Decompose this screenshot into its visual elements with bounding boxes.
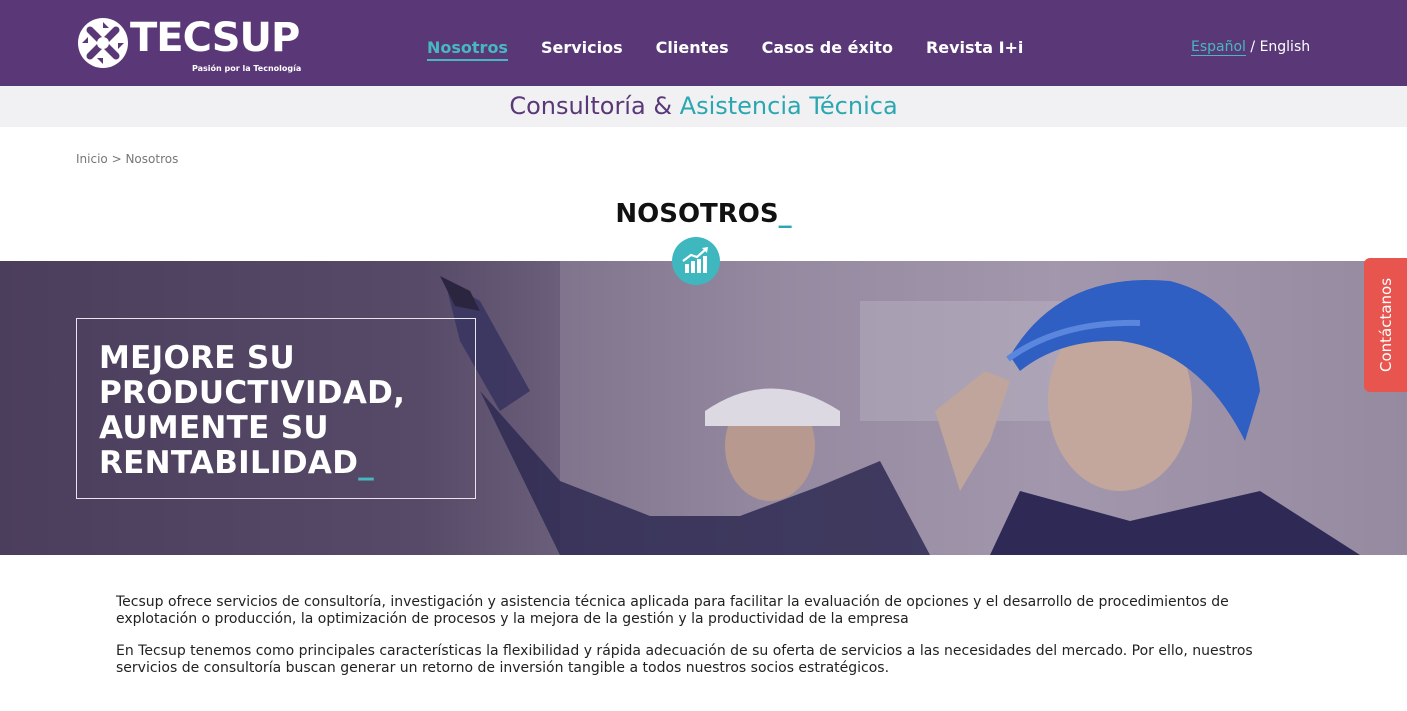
contact-tab[interactable]: Contáctanos xyxy=(1364,258,1407,392)
logo-tagline: Pasión por la Tecnología xyxy=(192,64,302,73)
lang-english-link[interactable]: English xyxy=(1260,39,1311,55)
nav-item-nosotros[interactable]: Nosotros xyxy=(427,37,508,61)
breadcrumb-current: Nosotros xyxy=(125,152,179,166)
hero-banner: MEJORE SU PRODUCTIVIDAD, AUMENTE SU RENT… xyxy=(0,261,1407,555)
hero-line-4-wrap: RENTABILIDAD_ xyxy=(99,446,453,481)
intro-paragraph-1: Tecsup ofrece servicios de consultoría, … xyxy=(116,594,1229,627)
nav-item-revista[interactable]: Revista I+i xyxy=(926,37,1023,61)
section-subheader: Consultoría & Asistencia Técnica xyxy=(0,86,1407,127)
main-nav: Nosotros Servicios Clientes Casos de éxi… xyxy=(427,37,1056,61)
subheader-title-part1: Consultoría & xyxy=(509,92,680,120)
top-navbar: TECSUP Pasión por la Tecnología Nosotros… xyxy=(0,0,1407,86)
lang-espanol-link[interactable]: Español xyxy=(1191,39,1246,56)
nav-item-clientes[interactable]: Clientes xyxy=(656,37,729,61)
contact-tab-label: Contáctanos xyxy=(1376,277,1395,373)
hero-underscore: _ xyxy=(358,445,375,481)
breadcrumb-home-link[interactable]: Inicio xyxy=(76,152,108,166)
breadcrumb: Inicio > Nosotros xyxy=(76,152,178,166)
tecsup-logo[interactable]: TECSUP Pasión por la Tecnología xyxy=(76,15,301,76)
page-title-underscore: _ xyxy=(778,199,792,229)
hero-headline: MEJORE SU PRODUCTIVIDAD, AUMENTE SU RENT… xyxy=(99,341,453,481)
hero-headline-box: MEJORE SU PRODUCTIVIDAD, AUMENTE SU RENT… xyxy=(76,318,476,499)
language-switcher: Español / English xyxy=(1191,37,1310,57)
lang-separator: / xyxy=(1245,39,1260,55)
logo-mark-icon xyxy=(78,18,128,68)
page-title-text: NOSOTROS xyxy=(615,199,779,229)
subheader-title: Consultoría & Asistencia Técnica xyxy=(0,86,1407,127)
nav-item-casos-de-exito[interactable]: Casos de éxito xyxy=(762,37,893,61)
hero-line-4: RENTABILIDAD xyxy=(99,445,359,481)
intro-paragraph-2: En Tecsup tenemos como principales carac… xyxy=(116,643,1253,676)
breadcrumb-separator: > xyxy=(107,152,126,166)
bar-chart-growth-icon xyxy=(672,237,720,285)
intro-content: Tecsup ofrece servicios de consultoría, … xyxy=(116,594,1296,692)
subheader-title-part2: Asistencia Técnica xyxy=(679,92,898,120)
logo-wordmark: TECSUP xyxy=(130,15,300,61)
hero-line-2: PRODUCTIVIDAD, xyxy=(99,375,406,411)
nav-item-servicios[interactable]: Servicios xyxy=(541,37,623,61)
hero-line-1: MEJORE SU xyxy=(99,340,295,376)
hero-line-3: AUMENTE SU xyxy=(99,410,329,446)
page-title: NOSOTROS_ xyxy=(0,199,1407,229)
